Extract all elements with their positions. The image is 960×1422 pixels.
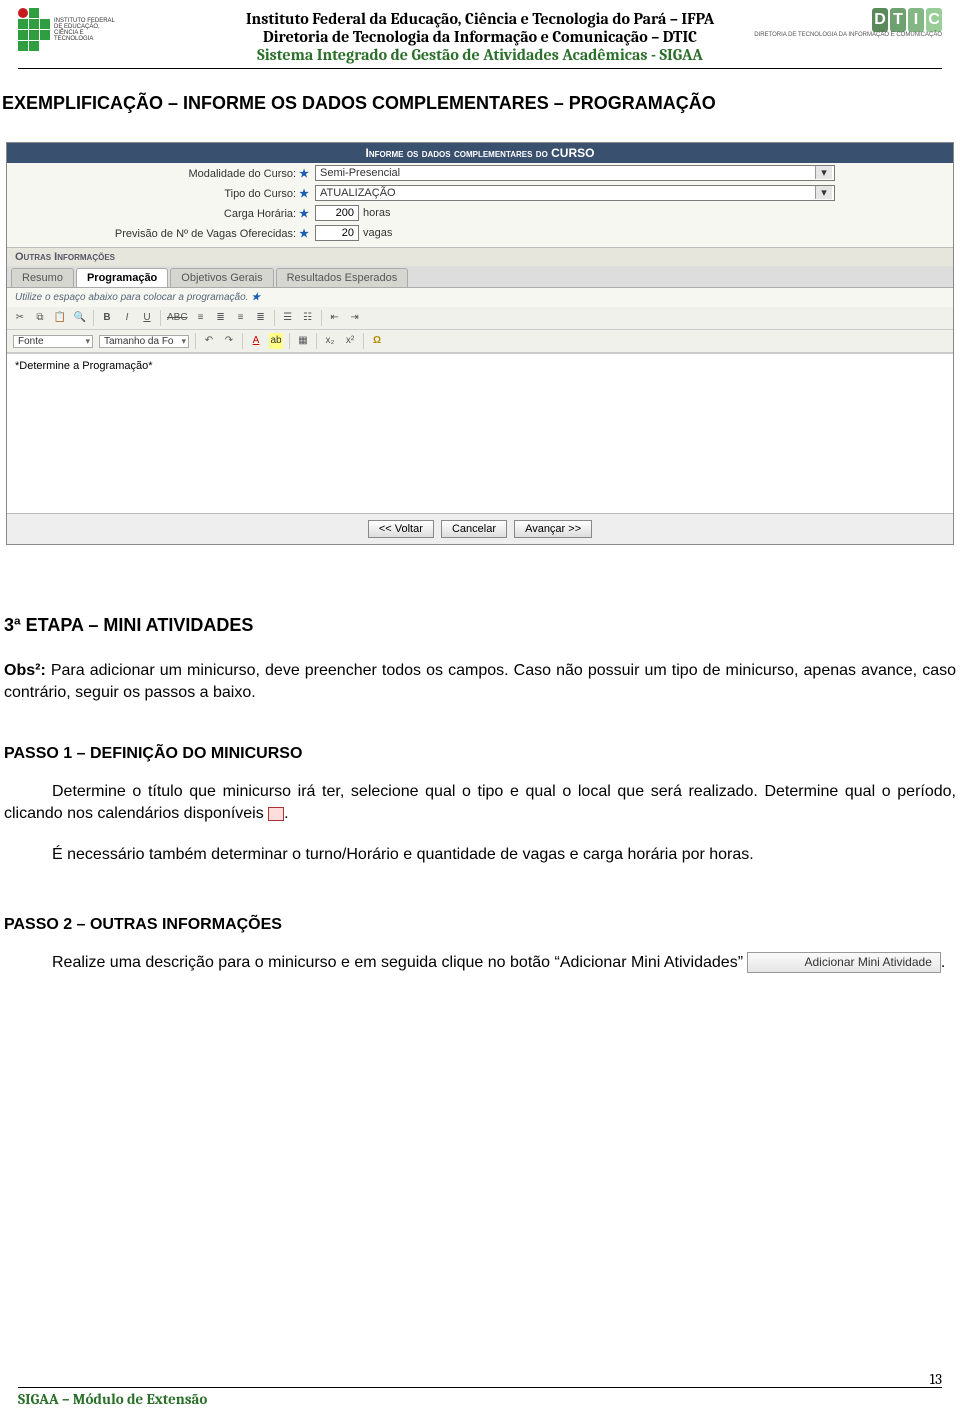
- outdent-icon[interactable]: ⇤: [328, 310, 342, 326]
- vagas-unit: vagas: [363, 227, 392, 239]
- section-title: EXEMPLIFICAÇÃO – INFORME OS DADOS COMPLE…: [0, 93, 960, 114]
- align-center-icon[interactable]: ≣: [214, 310, 228, 326]
- logo-dtic: D T I C DIRETORIA DE TECNOLOGIA DA INFOR…: [754, 8, 942, 38]
- text-color-icon[interactable]: A: [249, 333, 263, 349]
- list-ol-icon[interactable]: ☷: [301, 310, 315, 326]
- underline-icon[interactable]: U: [140, 310, 154, 326]
- body-text: 3ª ETAPA – MINI ATIVIDADES Obs²: Para ad…: [0, 615, 960, 974]
- row-tipo: Tipo do Curso: ★ ATUALIZAÇÃO: [7, 183, 953, 203]
- font-family-select[interactable]: Fonte: [13, 335, 93, 348]
- voltar-button[interactable]: << Voltar: [368, 520, 434, 538]
- footer-rule: [18, 1387, 942, 1388]
- ifpa-grid-icon: [18, 8, 50, 51]
- editor-toolbar-2: Fonte Tamanho da Fo ↶ ↷ A ab ▦ x₂ x² Ω: [7, 330, 953, 353]
- passo2-title: PASSO 2 – OUTRAS INFORMAÇÕES: [4, 916, 956, 934]
- superscript-icon[interactable]: x²: [343, 333, 357, 349]
- doc-footer: SIGAA – Módulo de Extensão: [0, 1387, 960, 1408]
- undo-icon[interactable]: ↶: [202, 333, 216, 349]
- editor-area[interactable]: *Determine a Programação*: [7, 353, 953, 513]
- font-size-select[interactable]: Tamanho da Fo: [99, 335, 189, 348]
- indent-icon[interactable]: ⇥: [348, 310, 362, 326]
- sub-header-outras: Outras Informações: [7, 247, 953, 266]
- symbol-icon[interactable]: Ω: [370, 333, 384, 349]
- align-right-icon[interactable]: ≡: [234, 310, 248, 326]
- tab-note: Utilize o espaço abaixo para colocar a p…: [7, 288, 953, 307]
- avancar-button[interactable]: Avançar >>: [514, 520, 592, 538]
- dtic-caption: DIRETORIA DE TECNOLOGIA DA INFORMAÇÃO E …: [754, 32, 942, 38]
- modalidade-label: Modalidade do Curso: ★: [15, 167, 315, 180]
- calendar-icon: [268, 807, 284, 821]
- italic-icon[interactable]: I: [120, 310, 134, 326]
- vagas-input[interactable]: [315, 225, 359, 241]
- tipo-select[interactable]: ATUALIZAÇÃO: [315, 185, 835, 201]
- tipo-label: Tipo do Curso: ★: [15, 187, 315, 200]
- passo2-p: Realize uma descrição para o minicurso e…: [4, 952, 956, 974]
- doc-header: INSTITUTO FEDERAL DE EDUCAÇÃO, CIÊNCIA E…: [0, 0, 960, 75]
- modalidade-select[interactable]: Semi-Presencial: [315, 165, 835, 181]
- row-carga: Carga Horária: ★ horas: [7, 203, 953, 223]
- highlight-icon[interactable]: ab: [269, 333, 283, 349]
- page-number: 13: [930, 1370, 942, 1388]
- redo-icon[interactable]: ↷: [222, 333, 236, 349]
- tab-resultados[interactable]: Resultados Esperados: [276, 268, 409, 287]
- find-icon[interactable]: 🔍: [73, 310, 87, 326]
- row-modalidade: Modalidade do Curso: ★ Semi-Presencial: [7, 163, 953, 183]
- dtic-word-icon: D T I C: [872, 8, 942, 32]
- form-buttons: << Voltar Cancelar Avançar >>: [7, 513, 953, 544]
- carga-unit: horas: [363, 207, 391, 219]
- header-rule: [18, 68, 942, 69]
- obs-label: Obs²:: [4, 662, 46, 679]
- logo-ifpa: INSTITUTO FEDERAL DE EDUCAÇÃO, CIÊNCIA E…: [18, 8, 124, 51]
- carga-input[interactable]: [315, 205, 359, 221]
- vagas-label: Previsão de Nº de Vagas Oferecidas: ★: [15, 227, 315, 240]
- etapa-title: 3ª ETAPA – MINI ATIVIDADES: [4, 615, 956, 636]
- adicionar-mini-atividade-button[interactable]: Adicionar Mini Atividade: [747, 952, 940, 973]
- passo1-p2: É necessário também determinar o turno/H…: [4, 844, 956, 866]
- paste-icon[interactable]: 📋: [53, 310, 67, 326]
- align-justify-icon[interactable]: ≣: [254, 310, 268, 326]
- cancelar-button[interactable]: Cancelar: [441, 520, 507, 538]
- tab-objetivos[interactable]: Objetivos Gerais: [170, 268, 273, 287]
- passo1-p1: Determine o título que minicurso irá ter…: [4, 781, 956, 826]
- bold-icon[interactable]: B: [100, 310, 114, 326]
- strike-icon[interactable]: ABC: [167, 310, 188, 326]
- editor-toolbar: ✂ ⧉ 📋 🔍 B I U ABC ≡ ≣ ≡ ≣ ☰ ☷ ⇤ ⇥: [7, 307, 953, 330]
- header-line3: Sistema Integrado de Gestão de Atividade…: [18, 46, 942, 64]
- list-ul-icon[interactable]: ☰: [281, 310, 295, 326]
- align-left-icon[interactable]: ≡: [194, 310, 208, 326]
- tab-resumo[interactable]: Resumo: [11, 268, 74, 287]
- cut-icon[interactable]: ✂: [13, 310, 27, 326]
- tabs: Resumo Programação Objetivos Gerais Resu…: [7, 266, 953, 288]
- ifpa-caption: INSTITUTO FEDERAL DE EDUCAÇÃO, CIÊNCIA E…: [54, 18, 124, 42]
- form-panel: Informe os dados complementares do CURSO…: [6, 142, 954, 545]
- row-vagas: Previsão de Nº de Vagas Oferecidas: ★ va…: [7, 223, 953, 243]
- passo1-title: PASSO 1 – DEFINIÇÃO DO MINICURSO: [4, 745, 956, 763]
- form-title: Informe os dados complementares do CURSO: [7, 143, 953, 163]
- carga-label: Carga Horária: ★: [15, 207, 315, 220]
- obs-paragraph: Obs²: Para adicionar um minicurso, deve …: [4, 660, 956, 705]
- tab-programacao[interactable]: Programação: [76, 268, 168, 287]
- table-icon[interactable]: ▦: [296, 333, 310, 349]
- copy-icon[interactable]: ⧉: [33, 310, 47, 326]
- footer-text: SIGAA – Módulo de Extensão: [18, 1390, 942, 1408]
- subscript-icon[interactable]: x₂: [323, 333, 337, 349]
